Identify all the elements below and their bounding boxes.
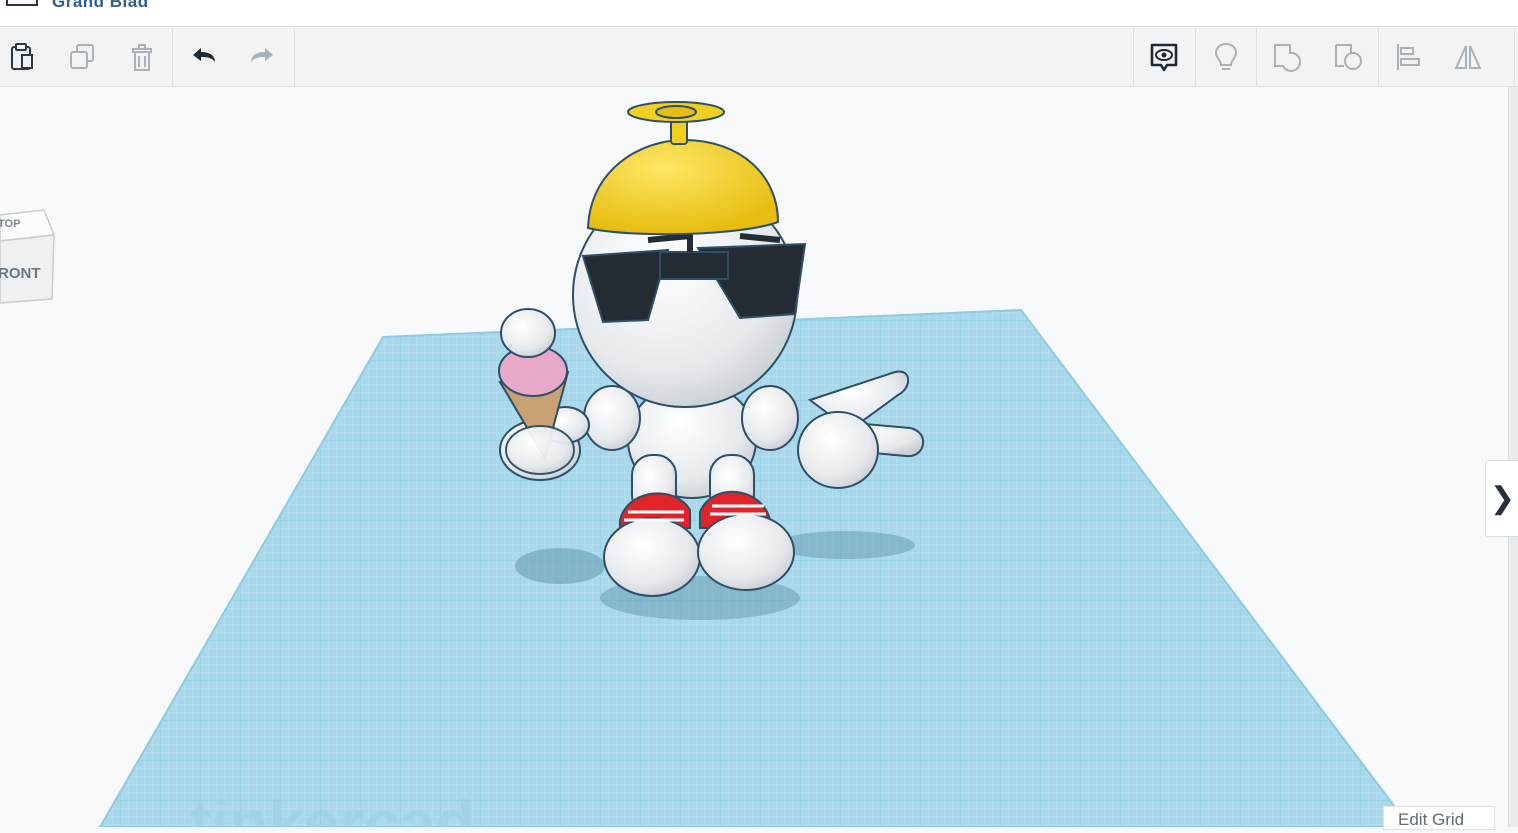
undo-button[interactable] xyxy=(175,28,233,86)
shadow xyxy=(775,531,915,559)
trash-icon xyxy=(132,44,152,71)
group-button[interactable] xyxy=(1258,28,1316,86)
design-viewport[interactable]: tinkercad TOP RONT xyxy=(0,87,1508,827)
chevron-right-icon: ❯ xyxy=(1489,482,1516,515)
panel-toggle-button[interactable]: ❯ xyxy=(1485,460,1518,537)
redo-button[interactable] xyxy=(233,28,291,86)
view-cube-top-label: TOP xyxy=(0,218,20,230)
workplane-watermark: tinkercad xyxy=(190,787,475,827)
delete-button[interactable] xyxy=(113,28,171,86)
toolbar-separator xyxy=(1378,28,1379,86)
design-title[interactable]: Grand Blad xyxy=(52,0,149,12)
ungroup-button[interactable] xyxy=(1319,28,1377,86)
toolbar-separator xyxy=(1256,28,1257,86)
align-button[interactable] xyxy=(1380,28,1438,86)
eye-bubble-icon xyxy=(1150,43,1178,72)
toolbar-separator xyxy=(1133,28,1134,86)
scene: tinkercad xyxy=(98,101,1412,827)
mirror-icon xyxy=(1454,45,1482,69)
toolbar-separator xyxy=(1514,28,1515,86)
undo-icon xyxy=(193,48,215,62)
view-cube[interactable]: TOP RONT xyxy=(0,207,58,307)
toolbar xyxy=(0,28,1518,87)
toolbar-separator xyxy=(172,28,173,86)
toolbar-separator xyxy=(294,28,295,86)
group-icon xyxy=(1274,44,1302,72)
lightbulb-icon xyxy=(1214,42,1238,70)
align-icon xyxy=(1397,44,1420,70)
duplicate-button[interactable] xyxy=(53,28,111,86)
mirror-button[interactable] xyxy=(1439,28,1497,86)
light-button[interactable] xyxy=(1197,28,1255,86)
paste-button[interactable] xyxy=(0,28,50,86)
ungroup-icon xyxy=(1335,44,1362,70)
shadow xyxy=(515,548,605,584)
duplicate-icon xyxy=(70,44,94,69)
toolbar-separator xyxy=(1195,28,1196,86)
edit-grid-button[interactable]: Edit Grid xyxy=(1383,806,1495,830)
clipboard-icon xyxy=(11,43,33,70)
right-panel-edge xyxy=(1508,87,1518,827)
app-logo-icon[interactable] xyxy=(6,0,38,6)
notes-button[interactable] xyxy=(1135,28,1193,86)
view-cube-front-label: RONT xyxy=(0,265,41,282)
title-bar: Grand Blad xyxy=(0,0,1518,27)
redo-icon xyxy=(251,48,273,62)
